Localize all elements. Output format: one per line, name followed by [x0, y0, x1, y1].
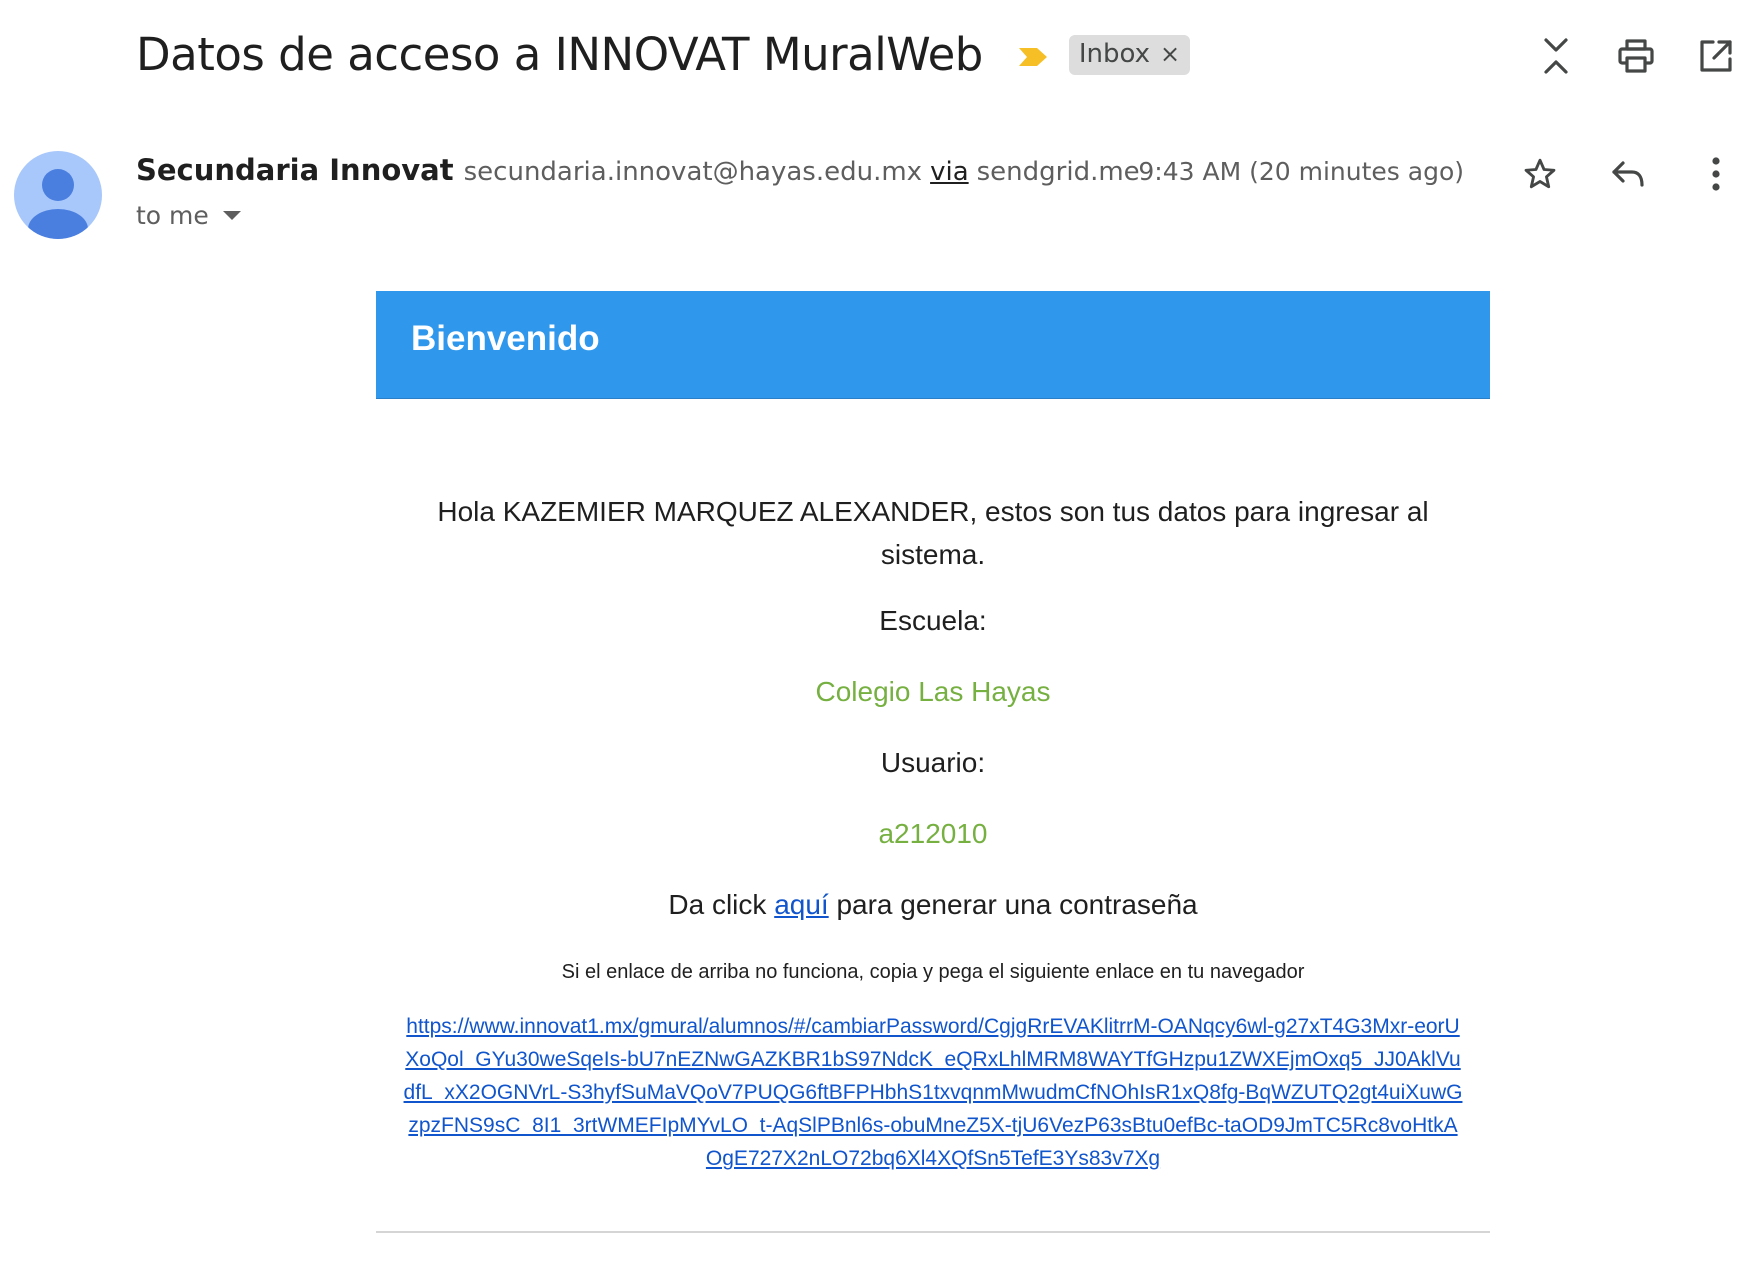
generate-password-link[interactable]: aquí [774, 889, 829, 920]
sender-name[interactable]: Secundaria Innovat [136, 153, 454, 187]
email-view: Datos de acceso a INNOVAT MuralWeb Inbox… [0, 0, 1738, 1262]
label-chip-inbox[interactable]: Inbox × [1068, 34, 1191, 75]
user-value: a212010 [878, 818, 988, 849]
sender-avatar[interactable] [14, 151, 102, 239]
via-link[interactable]: via [930, 157, 969, 187]
fallback-note: Si el enlace de arriba no funciona, copi… [561, 961, 1305, 983]
email-body: Hola KAZEMIER MARQUEZ ALEXANDER, estos s… [376, 490, 1490, 1175]
banner-title: Bienvenido [411, 319, 600, 358]
message-timestamp: 9:43 AM (20 minutes ago) [1138, 157, 1464, 186]
remove-label-icon[interactable]: × [1160, 42, 1180, 66]
welcome-banner: Bienvenido [376, 291, 1490, 399]
recipient-label: to me [136, 201, 209, 230]
footer-divider [376, 1231, 1490, 1233]
school-label: Escuela: [879, 605, 987, 636]
school-value: Colegio Las Hayas [815, 676, 1051, 707]
importance-marker-icon[interactable] [1017, 45, 1049, 69]
subject-title: Datos de acceso a INNOVAT MuralWeb [136, 28, 983, 81]
thread-actions [1498, 34, 1738, 78]
open-new-window-icon[interactable] [1694, 34, 1738, 78]
sender-line: Secundaria Innovat secundaria.innovat@ha… [136, 153, 1140, 187]
expand-collapse-icon[interactable] [1534, 34, 1578, 78]
print-icon[interactable] [1614, 34, 1658, 78]
chevron-down-icon [222, 211, 241, 220]
password-reset-url-link[interactable]: https://www.innovat1.mx/gmural/alumnos/#… [403, 1010, 1463, 1175]
label-chip-text: Inbox [1078, 38, 1151, 69]
click-suffix: para generar una contraseña [828, 889, 1198, 920]
generate-password-line: Da click aquí para generar una contraseñ… [376, 889, 1490, 921]
reply-icon[interactable] [1606, 152, 1650, 196]
recipient-details-toggle[interactable]: to me [136, 201, 241, 230]
via-domain: sendgrid.me [976, 157, 1140, 187]
sender-email: secundaria.innovat@hayas.edu.mx [463, 157, 923, 187]
click-prefix: Da click [668, 889, 775, 920]
message-actions [1474, 152, 1738, 196]
subject-row: Datos de acceso a INNOVAT MuralWeb Inbox… [136, 28, 1191, 81]
greeting-text: Hola KAZEMIER MARQUEZ ALEXANDER, estos s… [437, 496, 1429, 570]
star-icon[interactable] [1518, 152, 1562, 196]
user-label: Usuario: [880, 747, 986, 778]
more-vert-icon[interactable] [1694, 152, 1738, 196]
